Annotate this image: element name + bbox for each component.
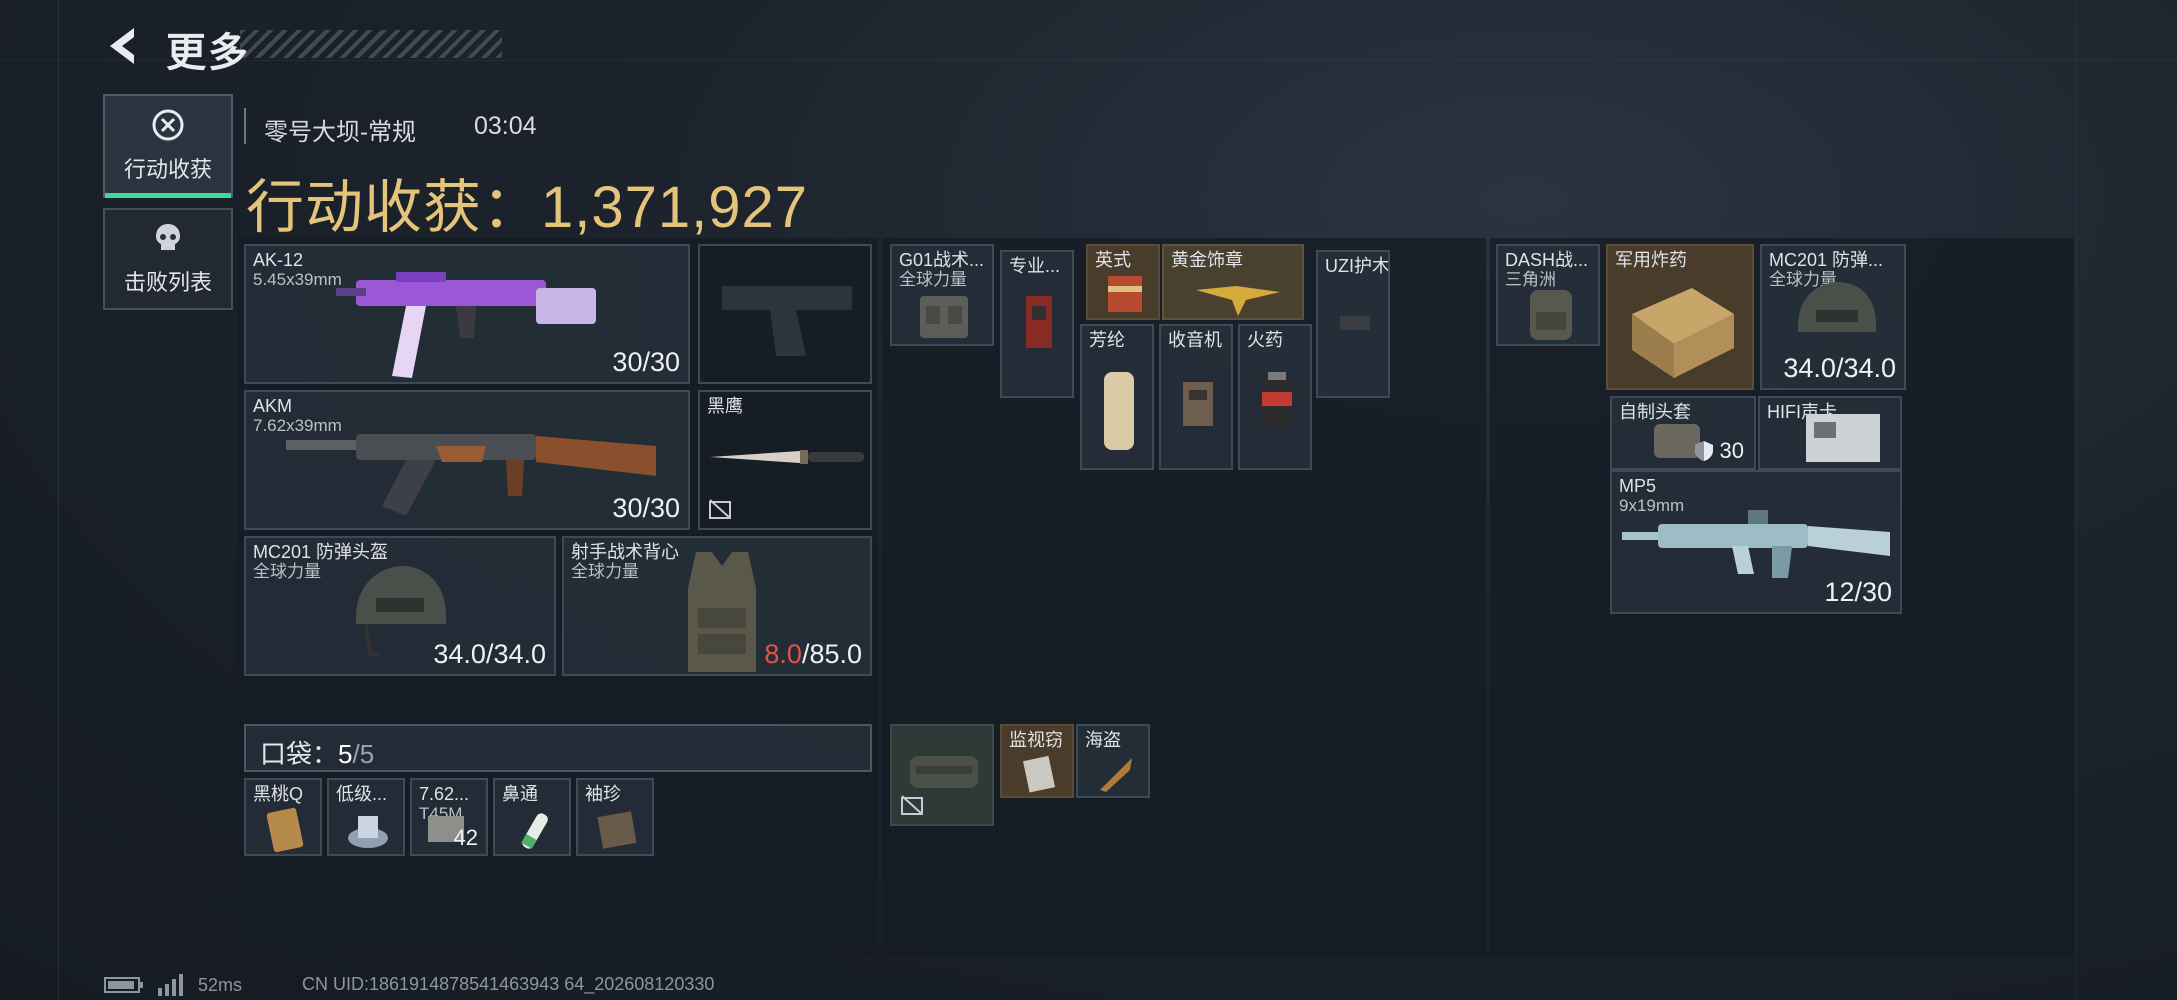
rig-item[interactable]: 火药	[1238, 324, 1312, 470]
pocket-count: 5	[338, 739, 353, 769]
pocket-item[interactable]: 7.62... T45M 42	[410, 778, 488, 856]
pocket-item[interactable]: 低级...	[327, 778, 405, 856]
primary-weapon-slot[interactable]: AK-12 5.45x39mm 30/30	[244, 244, 690, 384]
inhaler-icon	[521, 813, 548, 849]
pocket-item[interactable]: 袖珍	[576, 778, 654, 856]
backpack-item[interactable]: HIFI声卡	[1758, 396, 1902, 470]
map-name: 零号大坝-常规	[264, 119, 416, 146]
backpack-item[interactable]: 军用炸药	[1606, 244, 1754, 390]
back-arrow-icon[interactable]	[100, 22, 148, 70]
header-hatch-decoration	[240, 30, 502, 58]
rig-item[interactable]: 英式	[1086, 244, 1160, 320]
rig-item[interactable]: 专业...	[1000, 250, 1074, 398]
rig-item[interactable]: UZI护木	[1316, 250, 1390, 398]
akm-rifle-icon	[286, 434, 656, 516]
secure-item[interactable]: 监视窃	[1000, 724, 1074, 798]
armor-slot[interactable]: 射手战术背心 全球力量 8.0/85.0	[562, 536, 872, 676]
melee-slot[interactable]: 黑鹰	[698, 390, 872, 530]
pocket-header: 口袋：5/5	[244, 724, 872, 772]
pocket-label: 口袋：	[260, 739, 339, 769]
shield-icon	[1694, 441, 1713, 461]
harvest-value: 1,371,927	[541, 175, 809, 240]
battery-icon	[104, 977, 143, 993]
pocket-item[interactable]: 黑桃Q	[244, 778, 322, 856]
skull-icon	[151, 221, 185, 255]
no-drop-icon	[901, 795, 923, 815]
backpack-slot[interactable]: DASH战... 三角洲	[1496, 244, 1600, 346]
card-icon	[266, 807, 304, 853]
graphics-card-icon	[1026, 296, 1052, 348]
harvest-icon	[151, 108, 185, 142]
secondary-weapon-slot[interactable]: AKM 7.62x39mm 30/30	[244, 390, 690, 530]
pistol-slot[interactable]	[698, 244, 872, 384]
no-drop-icon	[709, 499, 731, 519]
secure-item[interactable]: 海盗	[1076, 724, 1150, 798]
knife-icon	[710, 450, 864, 464]
pirate-item-icon	[1100, 758, 1132, 792]
tab-label: 击败列表	[123, 270, 212, 295]
tactical-rig-icon	[920, 296, 968, 338]
ping-value: 52ms	[198, 974, 243, 995]
signal-icon	[158, 974, 183, 996]
rig-slot[interactable]: G01战术... 全球力量	[890, 244, 994, 346]
pocket-device-icon	[597, 811, 637, 849]
rig-item[interactable]: 收音机	[1159, 324, 1233, 470]
match-time: 03:04	[474, 112, 537, 140]
gold-badge-icon	[1196, 286, 1280, 316]
backpack-item[interactable]: MC201 防弹... 全球力量 34.0/34.0	[1760, 244, 1906, 390]
secure-case-icon	[910, 756, 978, 788]
secure-container-slot[interactable]	[890, 724, 994, 826]
ak12-rifle-icon	[336, 272, 596, 378]
helmet-icon	[1798, 282, 1876, 332]
military-explosive-icon	[1632, 288, 1734, 378]
tab-active-indicator	[105, 193, 231, 198]
page-title: 更多	[166, 31, 250, 75]
sound-card-icon	[1806, 414, 1880, 462]
tab-action-harvest[interactable]: 行动收获	[103, 94, 233, 198]
vest-icon	[688, 552, 756, 672]
backpack-icon	[1530, 290, 1572, 340]
tab-defeat-list[interactable]: 击败列表	[103, 208, 233, 310]
radio-icon	[1183, 382, 1213, 426]
harvest-total: 行动收获：1,371,927	[246, 175, 809, 240]
helmet-slot[interactable]: MC201 防弹头盔 全球力量 34.0/34.0	[244, 536, 556, 676]
network-status: 52ms	[104, 974, 242, 996]
backpack-item[interactable]: 自制头套 30	[1610, 396, 1756, 470]
backpack-weapon-slot[interactable]: MP5 9x19mm 12/30	[1610, 470, 1902, 614]
pistol-silhouette-icon	[722, 286, 852, 356]
rig-item[interactable]: 芳纶	[1080, 324, 1154, 470]
surveillance-device-icon	[1022, 755, 1056, 793]
canister-icon	[348, 816, 388, 848]
pocket-item[interactable]: 鼻通	[493, 778, 571, 856]
handguard-icon	[1340, 316, 1370, 330]
tab-label: 行动收获	[123, 157, 212, 182]
armor-durability: 8.0/85.0	[764, 639, 862, 669]
pocket-capacity: /5	[352, 739, 375, 769]
gunpowder-can-icon	[1262, 372, 1292, 428]
rig-item[interactable]: 黄金饰章	[1162, 244, 1304, 320]
ration-crate-icon	[1108, 276, 1142, 312]
mp5-smg-icon	[1622, 510, 1890, 578]
divider	[244, 108, 246, 144]
user-uid: CN UID:1861914878541463943 64_2026081203…	[302, 974, 715, 994]
aramid-roll-icon	[1104, 372, 1134, 450]
armor-rating: 30	[1694, 438, 1744, 464]
